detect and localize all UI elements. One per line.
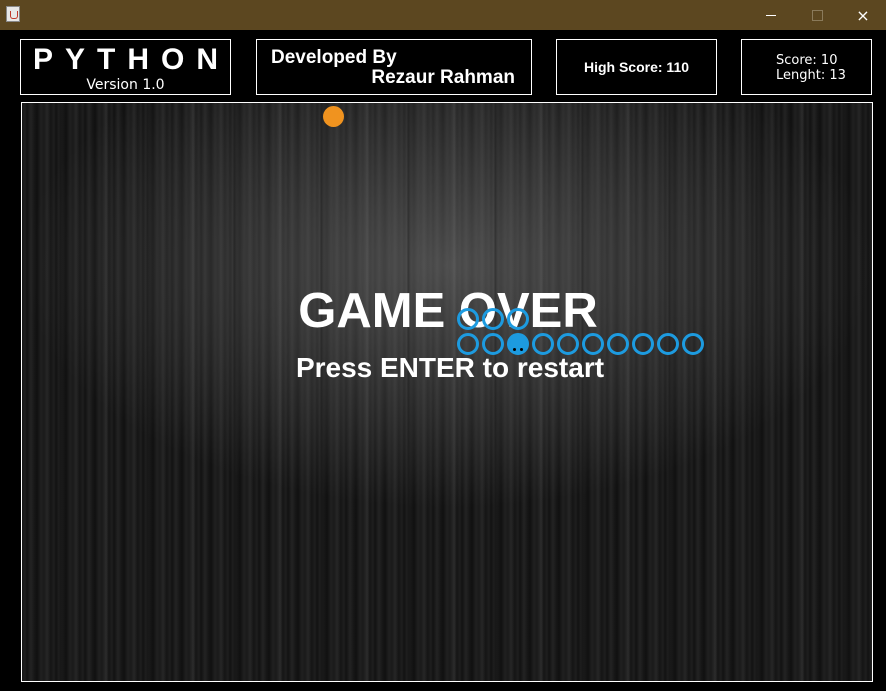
snake [22, 103, 872, 681]
snake-body-segment [657, 333, 679, 355]
minimize-button[interactable] [748, 0, 794, 30]
score-value: Score: 10 [776, 53, 838, 68]
snake-body-segment [582, 333, 604, 355]
game-board[interactable]: GAME OVER Press ENTER to restart [21, 102, 873, 682]
maximize-button[interactable] [794, 0, 840, 30]
snake-body-segment [507, 308, 529, 330]
developer-name: Rezaur Rahman [371, 67, 515, 88]
close-button[interactable]: × [840, 0, 886, 30]
high-score-panel: High Score: 110 [556, 39, 717, 95]
snake-body-segment [457, 333, 479, 355]
developer-label: Developed By [271, 47, 397, 68]
game-window: PYTHON Version 1.0 Developed By Rezaur R… [0, 30, 886, 691]
snake-body-segment [482, 308, 504, 330]
game-title: PYTHON [33, 43, 231, 76]
minimize-icon [766, 14, 776, 16]
title-panel: PYTHON Version 1.0 [20, 39, 231, 95]
snake-body-segment [482, 333, 504, 355]
snake-body-segment [557, 333, 579, 355]
snake-body-segment [632, 333, 654, 355]
score-panel: Score: 10 Lenght: 13 [741, 39, 872, 95]
snake-body-segment [457, 308, 479, 330]
length-value: Lenght: 13 [776, 68, 846, 83]
maximize-icon [811, 9, 823, 21]
snake-head [507, 333, 529, 355]
developer-panel: Developed By Rezaur Rahman [256, 39, 532, 95]
title-bar: × [0, 0, 886, 30]
high-score-value: High Score: 110 [583, 59, 690, 75]
version-label: Version 1.0 [86, 77, 165, 93]
snake-body-segment [682, 333, 704, 355]
snake-body-segment [532, 333, 554, 355]
java-app-icon [6, 6, 20, 22]
snake-body-segment [607, 333, 629, 355]
